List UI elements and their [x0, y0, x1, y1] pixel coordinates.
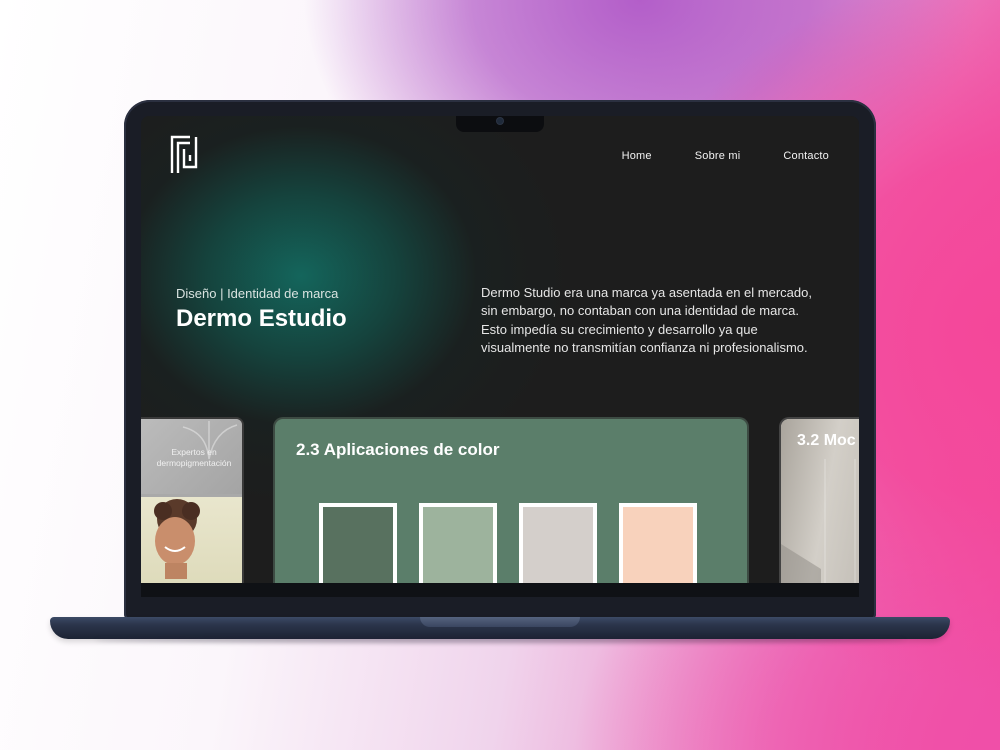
- color-swatch-peach: [619, 503, 697, 583]
- project-description: Dermo Studio era una marca ya asentada e…: [481, 285, 812, 356]
- website-screen: Home Sobre mi Contacto Diseño | Identida…: [141, 116, 859, 583]
- main-nav: Home Sobre mi Contacto: [622, 150, 829, 162]
- woman-portrait-icon: [154, 499, 200, 579]
- color-swatch-row: [319, 503, 697, 583]
- color-swatch-sage: [419, 503, 497, 583]
- card-left-banner: Expertos en dermopigmentación: [141, 419, 242, 494]
- laptop-opening-notch: [420, 617, 580, 627]
- nav-contacto-link[interactable]: Contacto: [783, 150, 829, 162]
- project-category: Diseño | Identidad de marca: [176, 286, 339, 301]
- project-title: Dermo Estudio: [176, 305, 347, 332]
- laptop-shadow: [95, 637, 905, 643]
- camera-notch: [456, 116, 544, 132]
- card-right-heading: 3.2 Moc: [797, 432, 856, 449]
- nav-home-link[interactable]: Home: [622, 150, 652, 162]
- brand-logo[interactable]: [170, 135, 198, 175]
- portrait-photo: [141, 497, 242, 583]
- nav-sobre-mi-link[interactable]: Sobre mi: [695, 150, 741, 162]
- color-swatch-warm-grey: [519, 503, 597, 583]
- card-main-heading: 2.3 Aplicaciones de color: [296, 440, 500, 459]
- color-applications-card[interactable]: 2.3 Aplicaciones de color: [275, 419, 747, 583]
- color-swatch-dark-green: [319, 503, 397, 583]
- card-left-text: Expertos en dermopigmentación: [156, 447, 232, 468]
- camera-icon: [497, 118, 503, 124]
- gallery-card-left[interactable]: Expertos en dermopigmentación: [141, 419, 242, 583]
- laptop-chin: [141, 583, 859, 597]
- gallery-card-right[interactable]: 3.2 Moc: [781, 419, 859, 583]
